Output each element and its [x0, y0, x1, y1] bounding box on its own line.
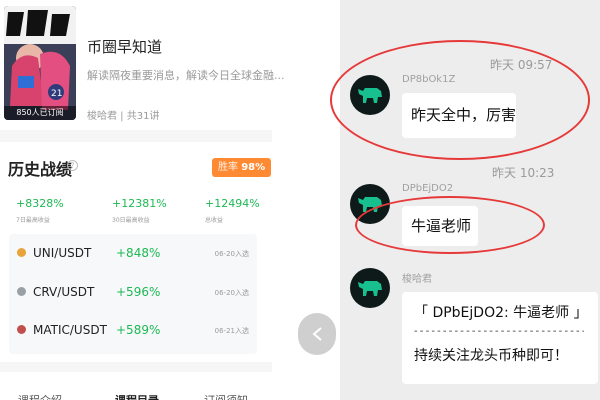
- pair-gain: +596%: [116, 285, 161, 299]
- trade-pairs-list: UNI/USDT +848% 06-20入选 CRV/USDT +596% 06…: [9, 234, 257, 354]
- pair-name: CRV/USDT: [33, 285, 95, 299]
- reply-message-bubble[interactable]: 「 DPbEjDO2: 牛逼老师 」 - - - - - - - - - - -…: [402, 292, 598, 384]
- coin-icon: [17, 287, 26, 296]
- course-cover-image[interactable]: 21 850人已订阅: [4, 6, 76, 120]
- stat-7day: +8328% 7日最高收益: [16, 197, 64, 224]
- stat-label: 30日最高收益: [112, 217, 150, 224]
- winrate-value: 98%: [241, 162, 266, 173]
- back-button[interactable]: [298, 313, 336, 355]
- history-section: 历史战绩 ? 胜率 98% +8328% 7日最高收益 +12381% 30日最…: [0, 142, 272, 362]
- screenshot-stage: 21 850人已订阅 币圈早知道 解读隔夜重要消息，解读今日全球金融... 梭哈…: [0, 0, 600, 400]
- trade-pair-row[interactable]: UNI/USDT +848% 06-20入选: [9, 236, 257, 272]
- course-title[interactable]: 币圈早知道: [87, 36, 162, 57]
- reply-text: 持续关注龙头币种即可！: [414, 348, 568, 364]
- user-avatar[interactable]: [350, 268, 390, 308]
- sender-name: 梭哈君: [402, 274, 432, 285]
- sender-name: DPbEjDO2: [402, 183, 454, 194]
- coin-icon: [17, 325, 26, 334]
- history-title: 历史战绩: [8, 160, 73, 179]
- trade-pair-row[interactable]: MATIC/USDT +589% 06-21入选: [9, 313, 257, 349]
- pair-gain: +848%: [116, 246, 161, 260]
- course-page: 21 850人已订阅 币圈早知道 解读隔夜重要消息，解读今日全球金融... 梭哈…: [0, 0, 285, 400]
- pair-name: UNI/USDT: [33, 246, 92, 260]
- stat-value: +12381%: [112, 197, 167, 210]
- chat-panel: 昨天 09:57 DP8bOk1Z 昨天全中，厉害 昨天 10:23 DPbEj…: [330, 0, 600, 400]
- cover-artwork: 21: [4, 6, 76, 120]
- stat-value: +8328%: [16, 197, 64, 210]
- message-bubble[interactable]: 昨天全中，厉害: [402, 93, 516, 138]
- trade-pair-row[interactable]: CRV/USDT +596% 06-20入选: [9, 275, 257, 311]
- winrate-label: 胜率: [218, 162, 238, 173]
- stat-label: 总收益: [205, 217, 224, 224]
- pair-gain: +589%: [116, 323, 161, 337]
- stat-label: 7日最高收益: [16, 217, 50, 224]
- course-meta: 梭哈君 | 共31讲: [87, 111, 160, 122]
- pair-date: 06-21入选: [214, 327, 249, 335]
- quoted-message: 「 DPbEjDO2: 牛逼老师 」: [414, 305, 588, 321]
- stat-30day: +12381% 30日最高收益: [112, 197, 167, 224]
- pair-date: 06-20入选: [214, 250, 249, 258]
- tab-course-intro[interactable]: 课程介绍: [18, 392, 62, 400]
- chevron-left-icon: [312, 327, 322, 341]
- subscriber-count: 850人已订阅: [4, 106, 76, 120]
- course-tabs: 课程介绍 课程目录 订阅须知: [0, 372, 272, 400]
- tab-course-catalog[interactable]: 课程目录: [115, 392, 159, 400]
- coin-icon: [17, 248, 26, 257]
- bull-icon: [358, 88, 382, 103]
- stat-total: +12494% 总收益: [205, 197, 260, 224]
- pair-date: 06-20入选: [214, 289, 249, 297]
- pair-name: MATIC/USDT: [33, 323, 107, 337]
- bull-icon: [358, 197, 382, 212]
- bull-icon: [358, 281, 382, 296]
- course-card[interactable]: 21 850人已订阅 币圈早知道 解读隔夜重要消息，解读今日全球金融... 梭哈…: [0, 0, 285, 130]
- stat-value: +12494%: [205, 197, 260, 210]
- sender-name: DP8bOk1Z: [402, 74, 456, 85]
- message-bubble[interactable]: 牛逼老师: [402, 206, 478, 246]
- message-timestamp: 昨天 09:57: [490, 58, 553, 72]
- user-avatar[interactable]: [350, 184, 390, 224]
- quote-separator: - - - - - - - - - - - - - - - - - - - - …: [414, 326, 584, 337]
- tab-subscription-notice[interactable]: 订阅须知: [204, 392, 248, 400]
- svg-text:21: 21: [51, 89, 62, 99]
- course-description: 解读隔夜重要消息，解读今日全球金融...: [87, 69, 285, 82]
- winrate-badge: 胜率 98%: [212, 158, 272, 177]
- info-icon[interactable]: ?: [67, 160, 78, 171]
- user-avatar[interactable]: [350, 75, 390, 115]
- message-timestamp: 昨天 10:23: [492, 166, 555, 180]
